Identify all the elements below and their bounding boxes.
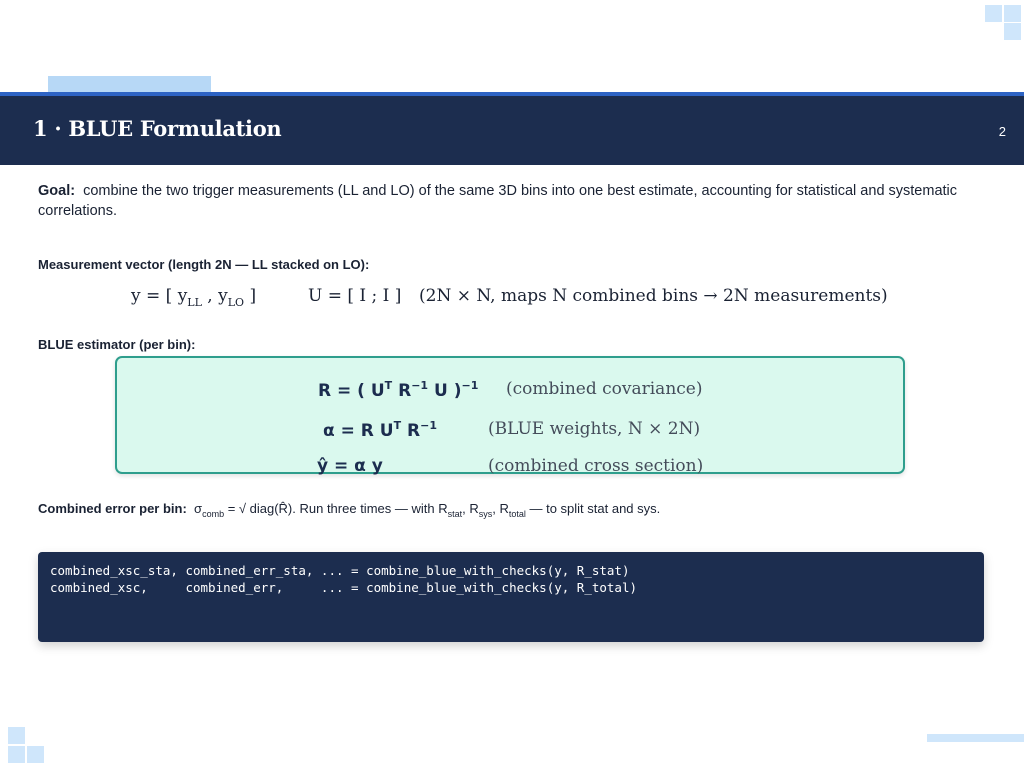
y-vector-equation: y = [ yLL , yLO ] (131, 286, 257, 309)
formula-combined-covariance: R = ( UT R−1 U )−1 (318, 379, 479, 401)
slide-title: 1 · BLUE Formulation (33, 116, 282, 141)
header-accent-bar (48, 76, 211, 93)
note-combined-covariance: (combined covariance) (506, 379, 703, 399)
measurement-heading: Measurement vector (length 2N — LL stack… (38, 257, 370, 272)
code-line-total: combined_xsc, combined_err, ... = combin… (50, 580, 637, 595)
decor-square (8, 746, 25, 763)
goal-text: combine the two trigger measurements (LL… (38, 183, 958, 219)
note-blue-weights: (BLUE weights, N × 2N) (488, 419, 701, 439)
goal-label: Goal: (38, 183, 76, 199)
combined-error-line: Combined error per bin: σcomb = √ diag(R… (38, 501, 661, 519)
formula-blue-weights: α = R UT R−1 (323, 419, 437, 441)
decor-bar (927, 734, 1024, 742)
decor-square (985, 5, 1002, 22)
decor-square (27, 746, 44, 763)
u-matrix-note: (2N × N, maps N combined bins → 2N measu… (419, 286, 888, 306)
formula-combined-cross-section: ŷ = α y (317, 456, 383, 476)
decor-square (1004, 23, 1021, 40)
goal-paragraph: Goal: combine the two trigger measuremen… (38, 181, 988, 221)
code-line-stat: combined_xsc_sta, combined_err_sta, ... … (50, 563, 630, 578)
page-number: 2 (998, 124, 1006, 139)
note-combined-cross-section: (combined cross section) (488, 456, 704, 476)
decor-square (1004, 5, 1021, 22)
decor-square (8, 727, 25, 744)
code-block: combined_xsc_sta, combined_err_sta, ... … (38, 552, 984, 642)
u-matrix-equation: U = [ I ; I ] (308, 286, 402, 306)
estimator-heading: BLUE estimator (per bin): (38, 337, 196, 352)
